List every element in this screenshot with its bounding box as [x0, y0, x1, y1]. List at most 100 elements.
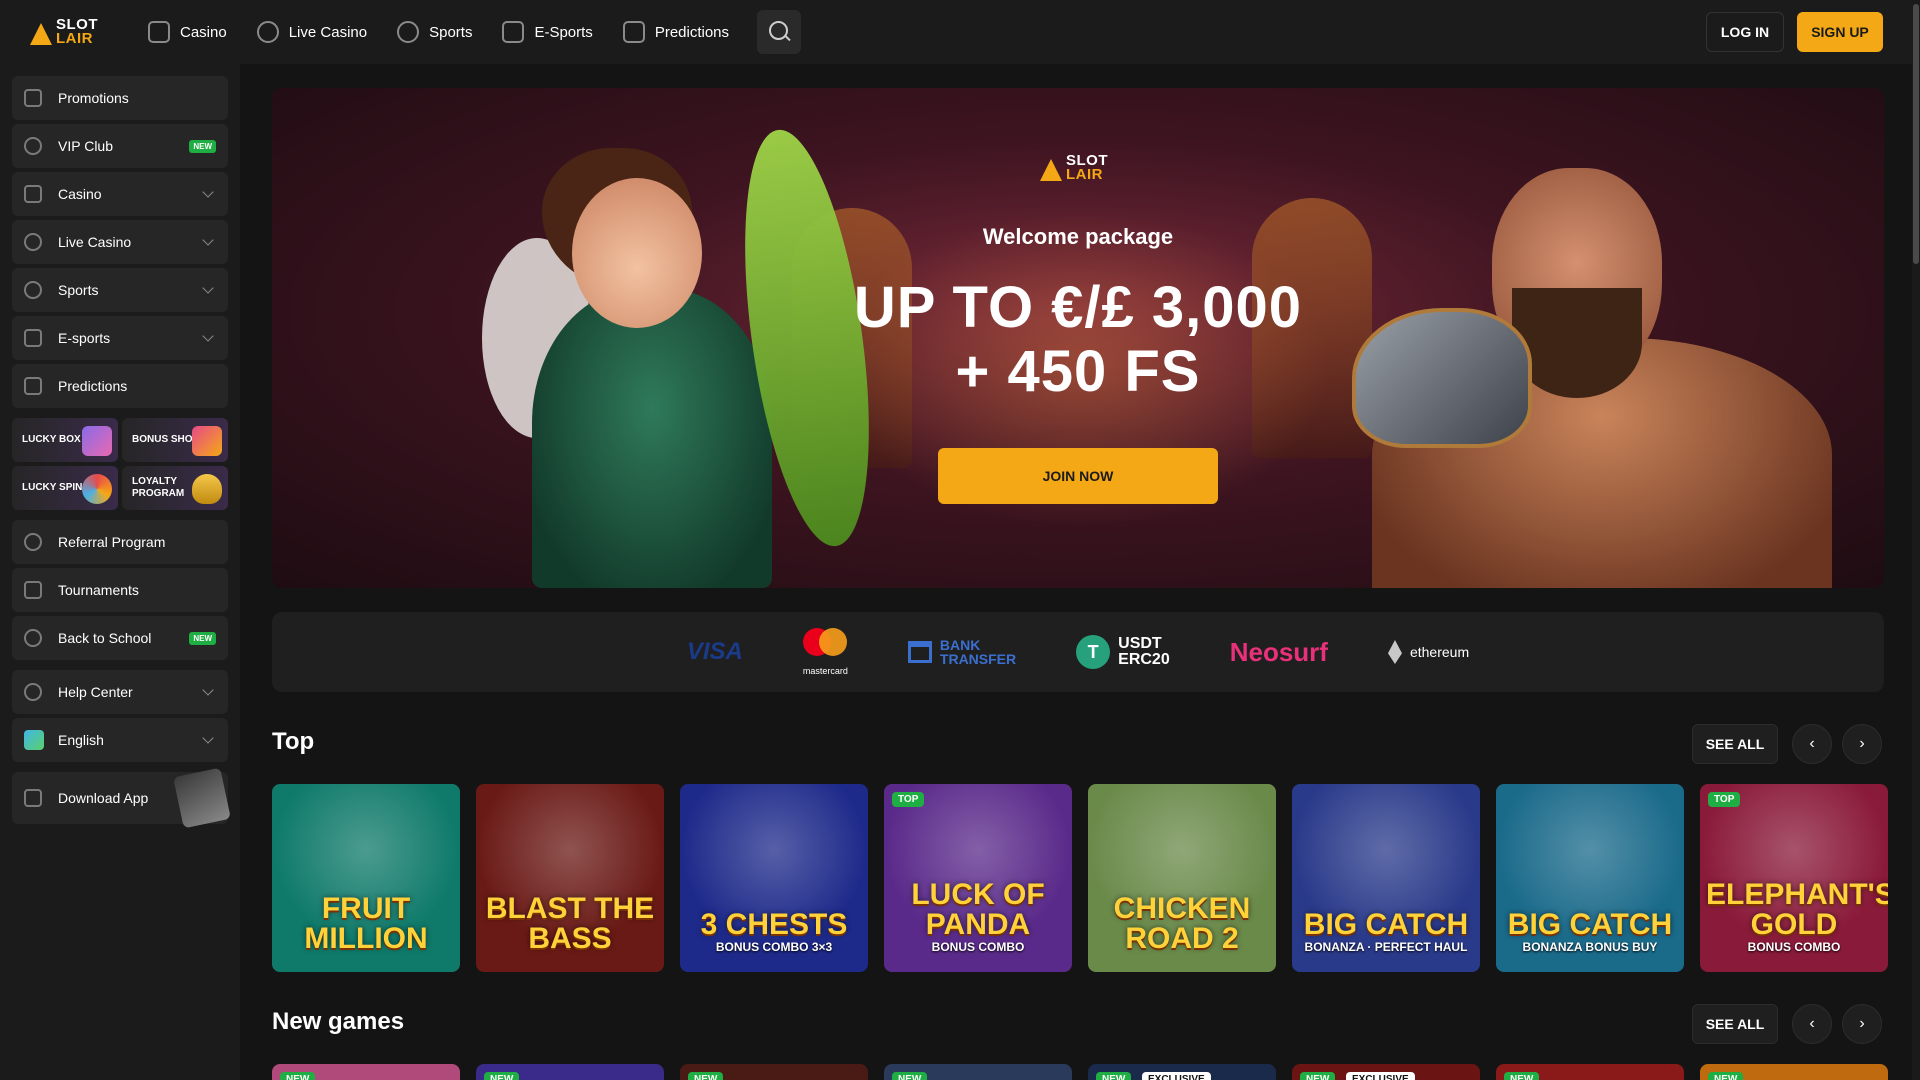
- gold-cup-icon: [192, 474, 222, 504]
- mastercard-logo: mastercard: [803, 628, 848, 676]
- chevron-right-icon: ›: [1859, 735, 1865, 752]
- new-games-prev-button[interactable]: ‹: [1792, 1004, 1832, 1044]
- sidebar-item-promotions[interactable]: Promotions: [12, 76, 228, 120]
- new-badge: NEW: [1300, 1072, 1336, 1080]
- dealer-icon: [24, 233, 42, 251]
- game-subtitle: BONANZA BONUS BUY: [1522, 940, 1658, 954]
- usdt-logo: T USDT ERC20: [1076, 635, 1170, 669]
- new-games-see-all-button[interactable]: SEE ALL: [1692, 1004, 1778, 1044]
- logo-mark-icon: [1040, 155, 1062, 181]
- ethereum-logo: ethereum: [1387, 640, 1469, 664]
- sidebar-item-sports[interactable]: Sports: [12, 268, 228, 312]
- payment-methods: VISA mastercard BANK TRANSFER T USDT ERC20…: [272, 612, 1884, 692]
- game-tile[interactable]: TOP ELEPHANT'S GOLD BONUS COMBO: [1700, 784, 1888, 972]
- sidebar-item-casino[interactable]: Casino: [12, 172, 228, 216]
- scrollbar-thumb[interactable]: [1913, 4, 1919, 264]
- top-see-all-button[interactable]: SEE ALL: [1692, 724, 1778, 764]
- chevron-down-icon: [202, 330, 214, 342]
- chevron-down-icon: [202, 732, 214, 744]
- new-badge: NEW: [1504, 1072, 1540, 1080]
- game-title: FRUIT MILLION: [304, 892, 428, 955]
- section-title-new-games: New games: [272, 1008, 405, 1035]
- new-game-tile[interactable]: NEW: [1496, 1064, 1684, 1080]
- game-tile[interactable]: CHICKEN ROAD 2: [1088, 784, 1276, 972]
- main-nav: Casino Live Casino Sports E-Sports Predi…: [140, 10, 802, 54]
- login-button[interactable]: LOG IN: [1706, 12, 1784, 52]
- sidebar-item-help-center[interactable]: Help Center: [12, 670, 228, 714]
- bonus-shop-tile[interactable]: BONUS SHOP: [122, 418, 228, 462]
- page-scrollbar[interactable]: [1912, 0, 1920, 1080]
- neosurf-logo: Neosurf: [1229, 636, 1328, 667]
- game-tile[interactable]: BIG CATCH BONANZA · PERFECT HAUL: [1292, 784, 1480, 972]
- lucky-spin-tile[interactable]: LUCKY SPIN: [12, 466, 118, 510]
- sidebar-item-tournaments[interactable]: Tournaments: [12, 568, 228, 612]
- new-game-tile[interactable]: NEW: [476, 1064, 664, 1080]
- game-subtitle: BONUS COMBO 3×3: [715, 940, 833, 954]
- new-badge: NEW: [688, 1072, 724, 1080]
- chevron-down-icon: [202, 234, 214, 246]
- game-tile[interactable]: BLAST THE BASS: [476, 784, 664, 972]
- game-tile[interactable]: BIG CATCH BONANZA BONUS BUY: [1496, 784, 1684, 972]
- game-title: BIG CATCH BONANZA BONUS BUY: [1496, 910, 1684, 955]
- new-badge: NEW: [280, 1072, 316, 1080]
- loyalty-program-tile[interactable]: LOYALTY PROGRAM: [122, 466, 228, 510]
- top-next-button[interactable]: ›: [1842, 724, 1882, 764]
- chevron-down-icon: [202, 282, 214, 294]
- hero-title: Welcome package: [982, 224, 1174, 249]
- sidebar-item-referral-program[interactable]: Referral Program: [12, 520, 228, 564]
- signup-button[interactable]: SIGN UP: [1797, 12, 1883, 52]
- lucky-box-tile[interactable]: LUCKY BOX: [12, 418, 118, 462]
- game-title: LUCK OF PANDA BONUS COMBO: [884, 880, 1072, 955]
- vip-icon: [24, 137, 42, 155]
- hero-offer: UP TO €/£ 3,000 + 450 FS: [853, 275, 1303, 404]
- chart-icon: [622, 21, 645, 43]
- logo-text: SLOT LAIR: [56, 16, 98, 47]
- sidebar-item-back-to-school[interactable]: Back to School NEW: [12, 616, 228, 660]
- new-game-tile[interactable]: NEW EXCLUSIVE: [1292, 1064, 1480, 1080]
- search-button[interactable]: [757, 10, 802, 54]
- nav-live-casino[interactable]: Live Casino: [249, 12, 375, 52]
- exclusive-badge: EXCLUSIVE: [1346, 1072, 1415, 1080]
- top-badge: TOP: [1708, 792, 1741, 807]
- tether-icon: T: [1076, 635, 1111, 669]
- new-games-next-button[interactable]: ›: [1842, 1004, 1882, 1044]
- join-now-button[interactable]: JOIN NOW: [938, 448, 1218, 504]
- new-game-tile[interactable]: NEW: [272, 1064, 460, 1080]
- target-icon: [24, 629, 42, 647]
- game-tile[interactable]: TOP LUCK OF PANDA BONUS COMBO: [884, 784, 1072, 972]
- ethereum-icon: [1387, 640, 1402, 664]
- game-tile[interactable]: FRUIT MILLION: [272, 784, 460, 972]
- nav-esports[interactable]: E-Sports: [494, 12, 600, 52]
- sidebar-item-esports[interactable]: E-sports: [12, 316, 228, 360]
- slot-machine-icon: [148, 21, 170, 43]
- sidebar-item-predictions[interactable]: Predictions: [12, 364, 228, 408]
- top-prev-button[interactable]: ‹: [1792, 724, 1832, 764]
- download-app-button[interactable]: Download App: [12, 767, 231, 829]
- new-badge: NEW: [189, 631, 216, 645]
- language-selector[interactable]: English: [12, 718, 228, 762]
- new-game-tile[interactable]: NEW: [680, 1064, 868, 1080]
- slot-machine-icon: [24, 185, 42, 203]
- nav-casino[interactable]: Casino: [140, 12, 235, 52]
- nav-predictions[interactable]: Predictions: [615, 12, 737, 52]
- game-subtitle: BONUS COMBO: [1747, 940, 1841, 954]
- sidebar-item-live-casino[interactable]: Live Casino: [12, 220, 228, 264]
- chevron-down-icon: [202, 186, 214, 198]
- gamepad-icon: [502, 21, 525, 43]
- nav-sports[interactable]: Sports: [389, 12, 480, 52]
- gift-icon: [24, 89, 42, 107]
- section-title-top: Top: [272, 728, 315, 755]
- game-tile[interactable]: 3 CHESTS BONUS COMBO 3×3: [680, 784, 868, 972]
- game-title: ELEPHANT'S GOLD BONUS COMBO: [1706, 878, 1888, 955]
- top-badge: TOP: [892, 792, 925, 807]
- new-game-tile[interactable]: NEW EXCLUSIVE: [1088, 1064, 1276, 1080]
- chevron-down-icon: [202, 684, 214, 696]
- sidebar-item-vip-club[interactable]: VIP Club NEW: [12, 124, 228, 168]
- users-icon: [24, 533, 42, 551]
- new-badge: NEW: [189, 139, 216, 153]
- site-logo[interactable]: SLOT LAIR: [30, 14, 106, 50]
- bank-icon: [907, 641, 932, 663]
- sidebar: Promotions VIP Club NEW Casino Live Casi…: [0, 64, 240, 1080]
- new-game-tile[interactable]: NEW: [1700, 1064, 1888, 1080]
- new-game-tile[interactable]: NEW: [884, 1064, 1072, 1080]
